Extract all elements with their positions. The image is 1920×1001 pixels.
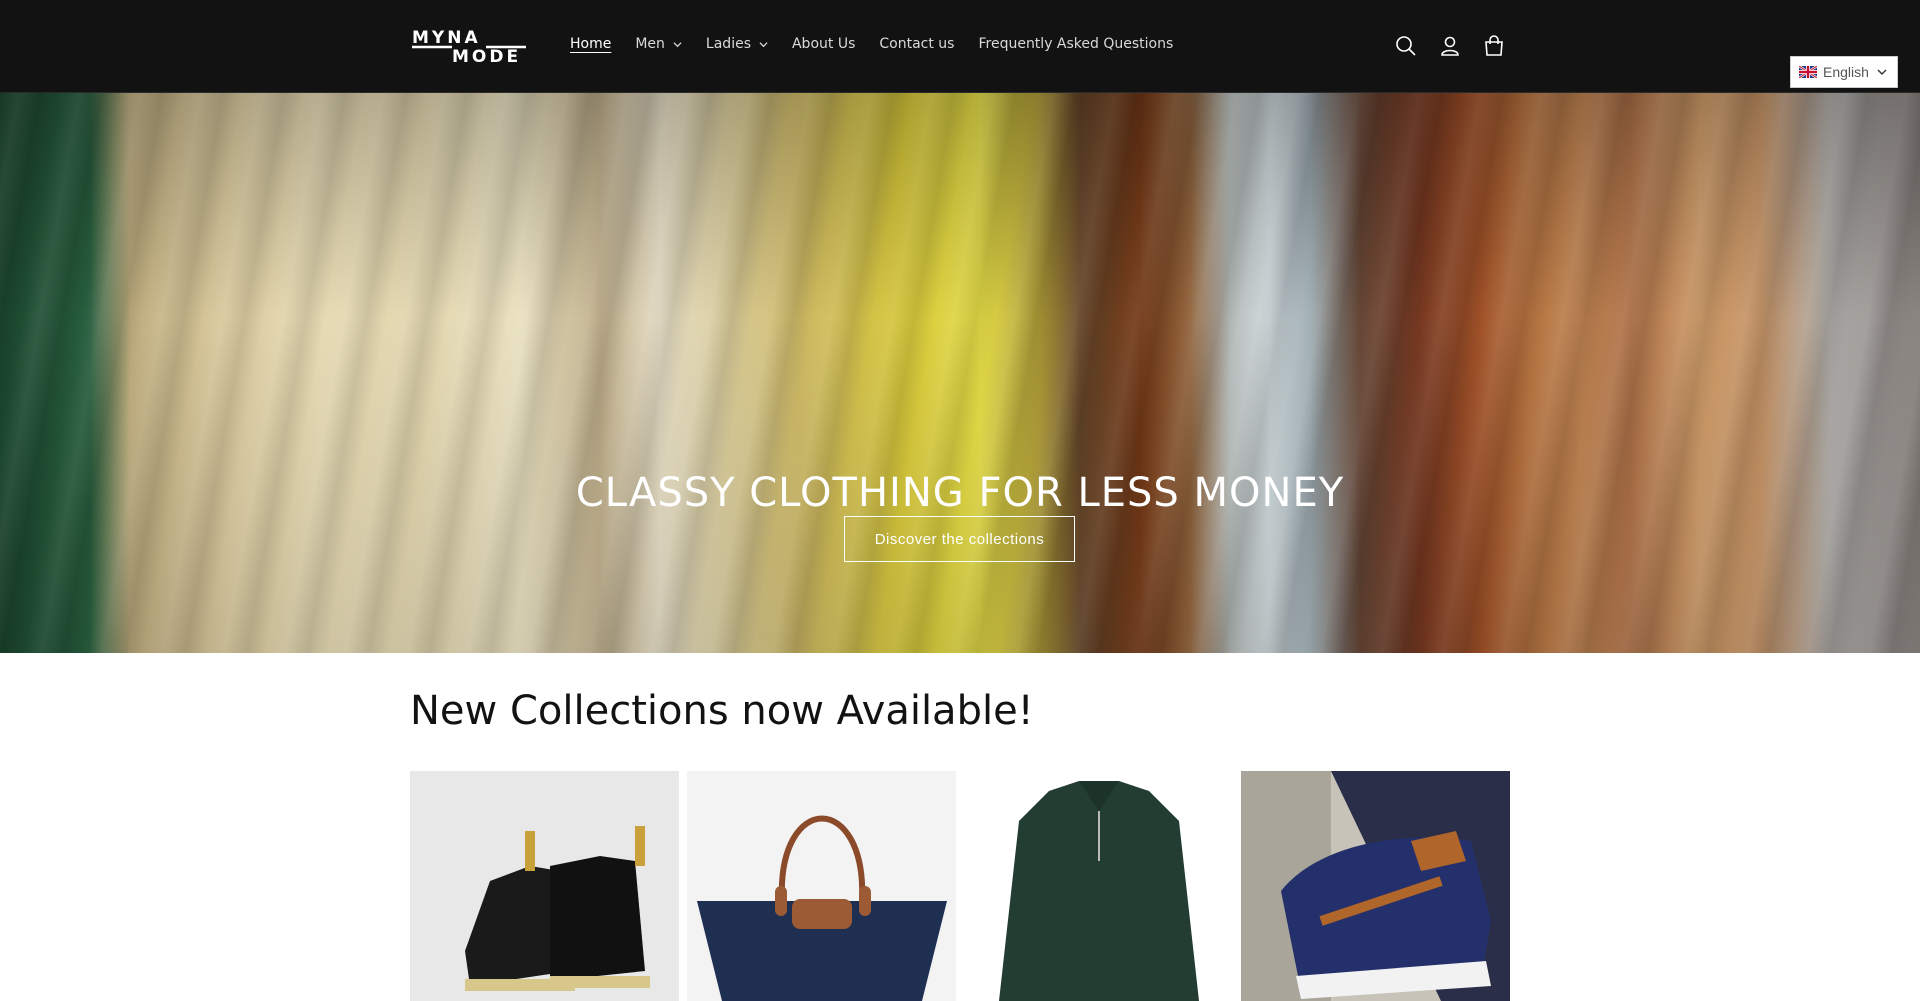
nav-ladies[interactable]: Ladies: [706, 36, 768, 52]
nav-home[interactable]: Home: [570, 36, 611, 52]
chevron-down-icon: [759, 41, 768, 47]
search-button[interactable]: [1392, 32, 1420, 60]
nav-contact-us[interactable]: Contact us: [879, 36, 954, 52]
nav-faq-label: Frequently Asked Questions: [978, 36, 1174, 52]
sweater-image: [964, 771, 1233, 1001]
logo-text-bottom: MODE: [452, 47, 521, 64]
nav-men-label: Men: [635, 36, 665, 52]
nav-about-us[interactable]: About Us: [792, 36, 855, 52]
nav-home-label: Home: [570, 36, 612, 52]
nav-contact-label: Contact us: [879, 36, 955, 52]
chevron-down-icon: [673, 41, 682, 47]
cart-icon: [1485, 35, 1503, 56]
hero-title: CLASSY CLOTHING FOR LESS MONEY: [575, 469, 1345, 516]
product-card-sweater[interactable]: [964, 771, 1233, 1001]
account-button[interactable]: [1436, 32, 1464, 60]
boots-image: [410, 771, 679, 1001]
product-card-sneaker[interactable]: [1241, 771, 1510, 1001]
product-card-boots[interactable]: [410, 771, 679, 1001]
header-icons: [1392, 32, 1524, 60]
search-icon: [1396, 36, 1416, 56]
logo-text-top: MYNA: [412, 28, 481, 48]
site-logo[interactable]: MYNA MODE: [412, 28, 526, 67]
nav-ladies-label: Ladies: [705, 36, 751, 52]
language-selector[interactable]: English: [1790, 56, 1898, 88]
language-label: English: [1823, 64, 1869, 80]
tote-bag-image: [687, 771, 956, 1001]
chevron-down-icon: [1877, 69, 1887, 75]
sneaker-image: [1241, 771, 1510, 1001]
nav-faq[interactable]: Frequently Asked Questions: [978, 36, 1173, 52]
discover-collections-button[interactable]: Discover the collections: [844, 516, 1075, 562]
hero-banner: CLASSY CLOTHING FOR LESS MONEY Discover …: [0, 93, 1920, 653]
cart-button[interactable]: [1480, 32, 1508, 60]
main-nav: Home Men Ladies About Us Contact us Freq…: [570, 36, 1197, 52]
account-icon: [1441, 36, 1459, 56]
product-card-tote[interactable]: [687, 771, 956, 1001]
nav-about-label: About Us: [791, 36, 856, 52]
hero-overlay: [0, 93, 1920, 653]
nav-men[interactable]: Men: [635, 36, 682, 52]
uk-flag-icon: [1799, 66, 1817, 78]
site-header: MYNA MODE Home Men Ladies About Us Conta…: [0, 0, 1920, 93]
collections-title: New Collections now Available!: [410, 688, 1034, 734]
